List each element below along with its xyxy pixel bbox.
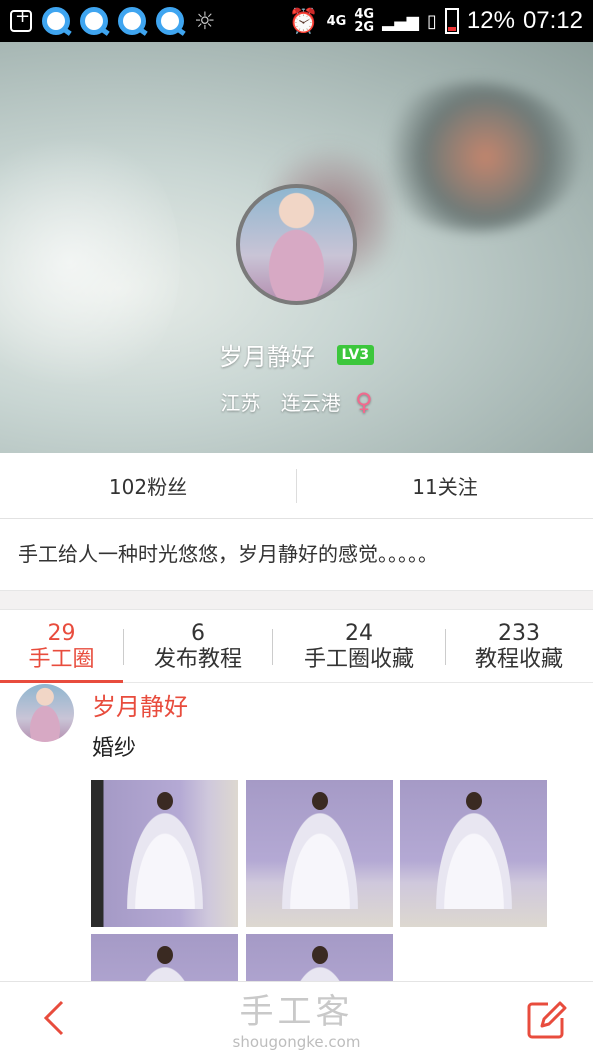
profile-avatar[interactable]	[236, 184, 357, 305]
alarm-icon: ⏰	[288, 7, 319, 35]
post-photo[interactable]	[91, 780, 238, 927]
post-author-avatar[interactable]	[16, 684, 74, 742]
qq-notification-icon	[42, 7, 70, 35]
profile-header: 岁月静好 LV3 江苏 连云港 ♀	[0, 42, 593, 453]
tab-label: 手工圈收藏	[303, 646, 414, 672]
followers-count[interactable]: 102粉丝	[0, 453, 296, 518]
watermark-logo: 手工客	[239, 992, 354, 1032]
qq-notification-icon	[156, 7, 184, 35]
tab-count: 24	[345, 620, 373, 646]
post-photo[interactable]	[246, 780, 393, 927]
post-title[interactable]: 婚纱	[92, 730, 136, 762]
bottom-bar: 手工客 shougongke.com	[0, 981, 593, 1054]
tab-published-tutorials[interactable]: 6 发布教程	[124, 611, 272, 682]
tab-circle-favorites[interactable]: 24 手工圈收藏	[273, 611, 445, 682]
profile-name-row: 岁月静好 LV3	[0, 337, 593, 372]
profile-bio: 手工给人一种时光悠悠，岁月静好的感觉。。。。。	[18, 542, 438, 566]
network-type-bottom: 2G	[354, 20, 375, 35]
following-count[interactable]: 11关注	[297, 453, 593, 518]
profile-location: 江苏 连云港 ♀	[0, 387, 593, 416]
post-photo[interactable]	[400, 780, 547, 927]
tab-label: 教程收藏	[474, 646, 563, 672]
watermark-url: shougongke.com	[232, 1033, 361, 1051]
battery-percent: 12%	[466, 7, 515, 34]
network-indicator-2: 4G 2G	[354, 8, 374, 34]
clock: 07:12	[522, 7, 583, 34]
profile-username: 岁月静好	[218, 343, 315, 371]
tab-tutorial-favorites[interactable]: 233 教程收藏	[446, 611, 592, 682]
tab-count: 6	[191, 620, 205, 646]
level-badge: LV3	[336, 344, 375, 365]
tab-handcraft-circle[interactable]: 29 手工圈	[0, 611, 123, 683]
edit-icon[interactable]	[526, 998, 568, 1040]
chevron-left-icon[interactable]	[36, 998, 76, 1038]
qq-notification-icon	[80, 7, 108, 35]
qq-notification-icon	[118, 7, 146, 35]
location-city: 连云港	[280, 391, 341, 415]
tab-count: 233	[498, 620, 540, 646]
add-notification-icon	[10, 6, 32, 32]
sim-icon: ▯	[426, 10, 437, 32]
signal-bars-icon: ▂▄▆	[382, 11, 419, 31]
background-blur	[370, 82, 580, 232]
brightness-icon: ☼	[194, 7, 216, 35]
section-separator	[0, 590, 593, 610]
network-indicator-1: 4G	[326, 13, 347, 29]
tab-count: 29	[47, 620, 76, 646]
watermark: 手工客 shougongke.com	[0, 982, 593, 1051]
tab-label: 发布教程	[153, 646, 242, 672]
battery-icon	[444, 8, 459, 34]
status-bar: ☼ ⏰ 4G 4G 2G ▂▄▆ ▯ 12% 07:12	[0, 0, 593, 42]
post-author-name[interactable]: 岁月静好	[92, 687, 188, 722]
female-icon: ♀	[355, 387, 373, 416]
tab-label: 手工圈	[28, 646, 95, 672]
profile-stats: 102粉丝 11关注	[0, 453, 593, 519]
profile-tabs: 29 手工圈 6 发布教程 24 手工圈收藏 233 教程收藏	[0, 611, 593, 683]
location-province: 江苏	[220, 391, 261, 415]
